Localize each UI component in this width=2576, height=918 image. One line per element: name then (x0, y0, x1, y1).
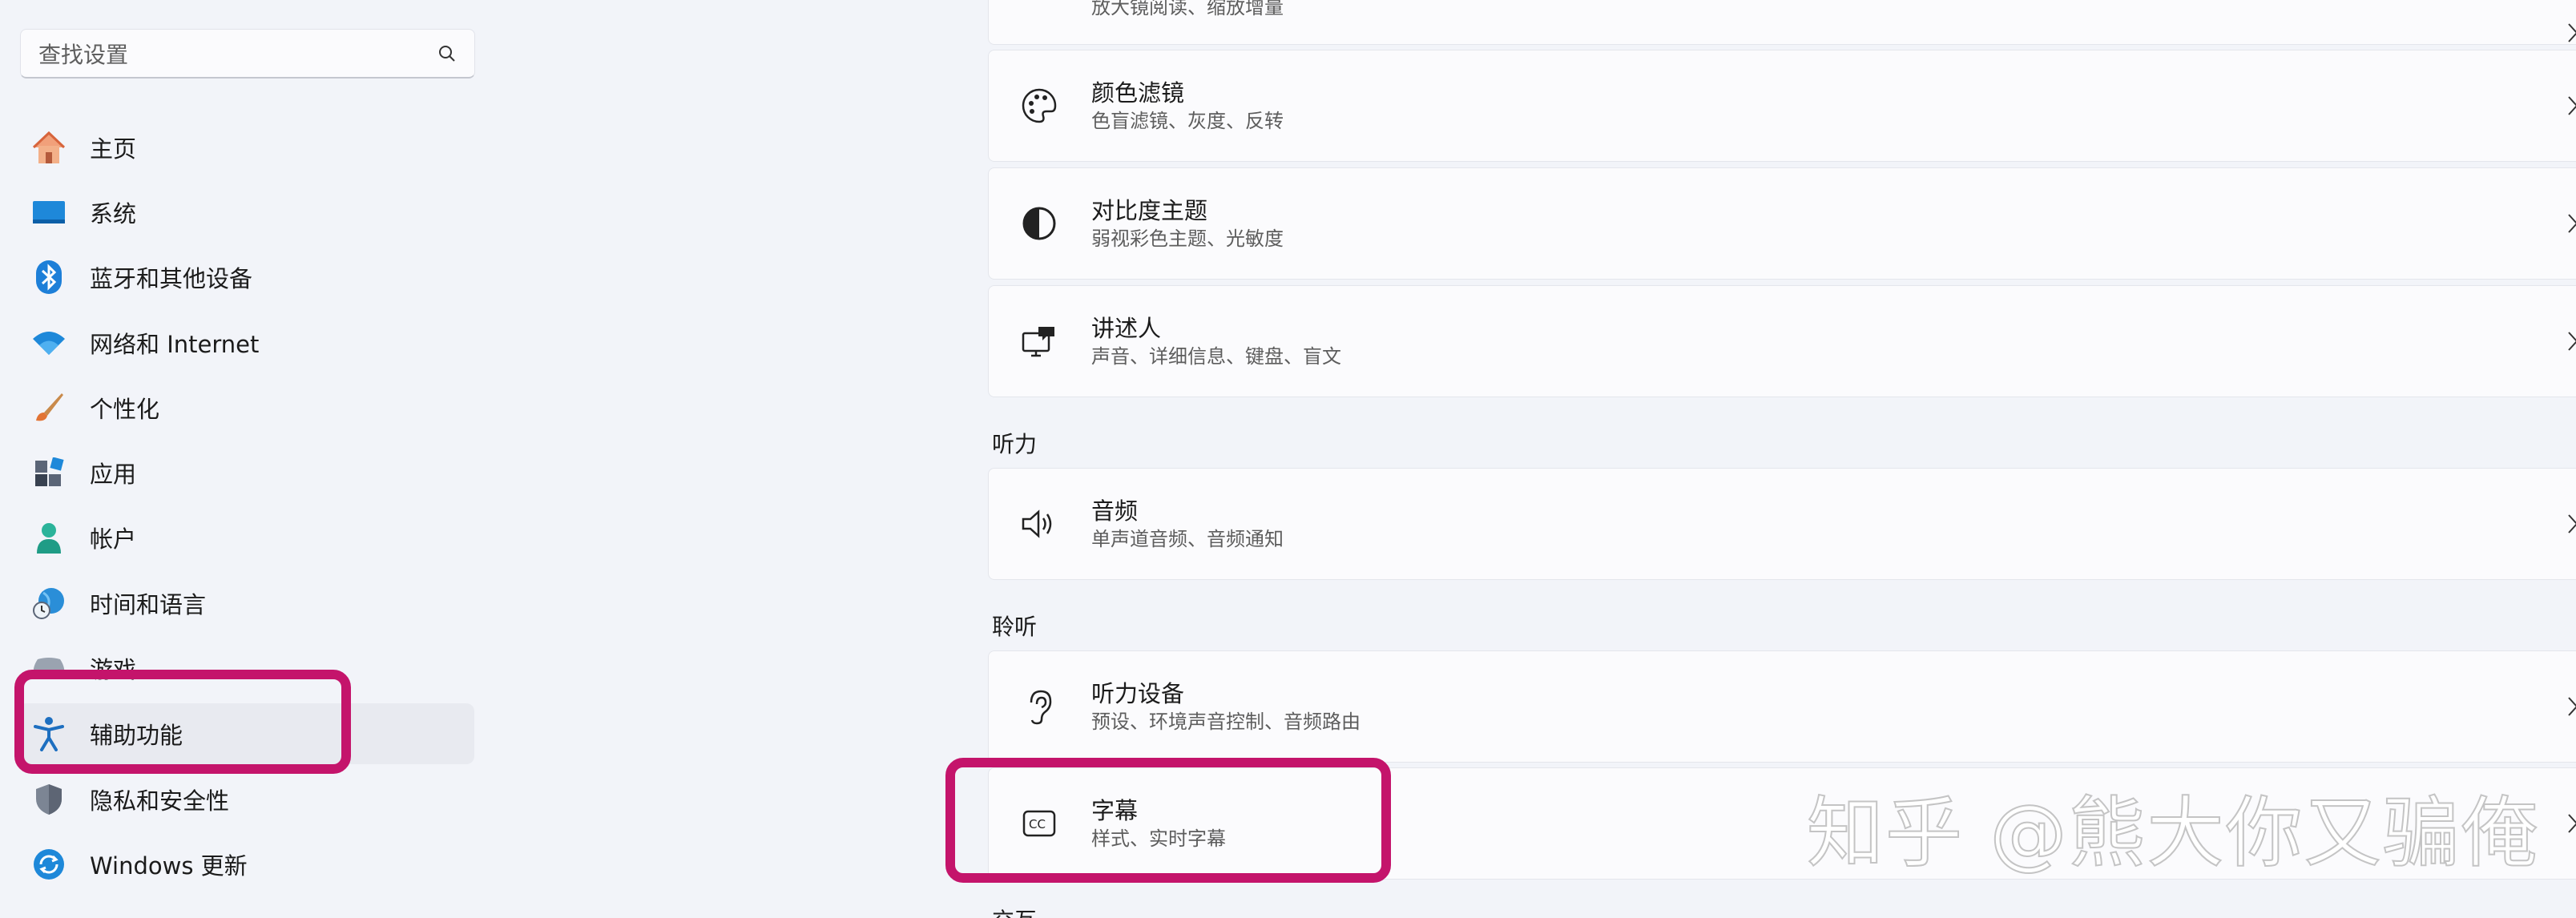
ear-icon (1019, 686, 1059, 727)
nav-item-network[interactable]: 网络和 Internet (18, 312, 474, 373)
nav-label: 个性化 (90, 396, 160, 423)
chevron-right-icon (2568, 214, 2576, 233)
search-input[interactable]: 查找设置 (38, 38, 437, 70)
nav-item-accounts[interactable]: 帐户 (18, 507, 474, 568)
card-subtitle: 样式、实时字幕 (1091, 827, 1226, 850)
section-heading-hearing: 听力 (992, 431, 1038, 457)
nav-label: 网络和 Internet (90, 331, 260, 358)
chevron-right-icon (2568, 96, 2576, 115)
monitor-icon (30, 194, 67, 231)
nav-label: 隐私和安全性 (90, 787, 230, 815)
search-icon (437, 44, 457, 63)
magnifier-card[interactable]: 放大镜阅读、缩放增量 (988, 0, 2576, 45)
card-subtitle: 弱视彩色主题、光敏度 (1091, 227, 1284, 250)
chevron-right-icon (2568, 814, 2576, 833)
captions-card[interactable]: CC 字幕 样式、实时字幕 (988, 767, 2576, 880)
chevron-right-icon (2568, 697, 2576, 716)
bluetooth-icon (30, 259, 67, 296)
nav-label: 主页 (90, 135, 137, 163)
card-subtitle: 单声道音频、音频通知 (1091, 528, 1284, 550)
card-title: 音频 (1091, 497, 1139, 525)
nav-item-personalization[interactable]: 个性化 (18, 377, 474, 438)
card-title: 颜色滤镜 (1091, 79, 1185, 107)
gamepad-icon (30, 650, 67, 686)
home-icon (30, 129, 67, 166)
color-filter-card[interactable]: 颜色滤镜 色盲滤镜、灰度、反转 (988, 50, 2576, 162)
nav-label: 应用 (90, 461, 137, 488)
nav-label: 游戏 (90, 656, 137, 683)
narrator-card[interactable]: 讲述人 声音、详细信息、键盘、盲文 (988, 285, 2576, 397)
shield-icon (30, 781, 67, 818)
card-title: 讲述人 (1091, 315, 1162, 342)
card-subtitle: 预设、环境声音控制、音频路由 (1091, 711, 1361, 733)
accessibility-icon (30, 715, 67, 752)
card-subtitle: 色盲滤镜、灰度、反转 (1091, 110, 1284, 132)
brush-icon (30, 389, 67, 426)
account-icon (30, 519, 67, 556)
nav-item-home[interactable]: 主页 (18, 117, 474, 178)
nav-label: 时间和语言 (90, 591, 207, 618)
card-title: 字幕 (1091, 797, 1139, 824)
card-subtitle: 放大镜阅读、缩放增量 (1091, 0, 1284, 18)
nav-item-windows-update[interactable]: Windows 更新 (18, 834, 474, 895)
speaker-icon (1019, 504, 1059, 544)
nav-item-apps[interactable]: 应用 (18, 442, 474, 503)
nav-label: 帐户 (90, 525, 137, 553)
card-title: 听力设备 (1091, 680, 1185, 707)
chevron-right-icon (2568, 332, 2576, 351)
narrator-icon (1019, 321, 1059, 361)
update-icon (30, 846, 67, 883)
nav-item-time-language[interactable]: 时间和语言 (18, 573, 474, 634)
chevron-right-icon (2568, 23, 2576, 42)
nav-label: 辅助功能 (90, 722, 183, 749)
contrast-icon (1019, 203, 1059, 244)
nav-item-privacy[interactable]: 隐私和安全性 (18, 769, 474, 830)
nav-item-gaming[interactable]: 游戏 (18, 638, 474, 699)
closed-captions-icon: CC (1019, 803, 1059, 844)
search-box[interactable]: 查找设置 (20, 29, 475, 79)
nav-item-bluetooth[interactable]: 蓝牙和其他设备 (18, 247, 474, 308)
nav-label: Windows 更新 (90, 852, 248, 880)
audio-card[interactable]: 音频 单声道音频、音频通知 (988, 468, 2576, 580)
palette-icon (1019, 86, 1059, 126)
contrast-theme-card[interactable]: 对比度主题 弱视彩色主题、光敏度 (988, 167, 2576, 280)
globe-clock-icon (30, 585, 67, 622)
nav-label: 系统 (90, 200, 137, 227)
apps-icon (30, 454, 67, 491)
section-heading-listening: 聆听 (992, 614, 1038, 640)
hearing-devices-card[interactable]: 听力设备 预设、环境声音控制、音频路由 (988, 650, 2576, 763)
wifi-icon (30, 324, 67, 361)
nav-item-system[interactable]: 系统 (18, 182, 474, 243)
chevron-right-icon (2568, 514, 2576, 533)
card-subtitle: 声音、详细信息、键盘、盲文 (1091, 345, 1341, 368)
nav-label: 蓝牙和其他设备 (90, 265, 253, 292)
section-heading-interaction: 交互 (992, 904, 1037, 918)
card-title: 对比度主题 (1091, 197, 1208, 224)
nav-item-accessibility[interactable]: 辅助功能 (18, 703, 474, 764)
svg-text:CC: CC (1029, 817, 1046, 831)
